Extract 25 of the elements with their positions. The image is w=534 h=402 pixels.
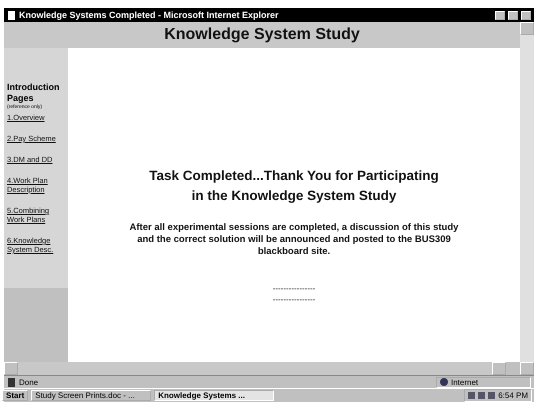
heading-line: Task Completed...Thank You for Participating — [149, 167, 439, 185]
taskbar-button[interactable]: Knowledge Systems ... — [154, 390, 274, 401]
minimize-button[interactable] — [495, 10, 505, 20]
dash-line: ---------------- — [272, 284, 316, 293]
clock: 6:54 PM — [498, 391, 528, 400]
page-icon — [7, 378, 16, 386]
page-icon — [7, 10, 16, 20]
scroll-down-button[interactable] — [520, 362, 534, 375]
scroll-left-button[interactable] — [4, 362, 18, 375]
close-button[interactable] — [521, 10, 531, 20]
maximize-button[interactable] — [508, 10, 518, 20]
scroll-right-button[interactable] — [492, 362, 506, 375]
start-button[interactable]: Start — [2, 390, 28, 401]
zone-text: Internet — [451, 378, 478, 386]
message-paragraph: After all experimental sessions are completed, a discussion of this study and the correct solution will be announced and posted to the BUS309 blackboard site. — [128, 222, 460, 258]
window-title: Knowledge Systems Completed - Microsoft Internet Explorer — [19, 10, 280, 20]
status-text: Done — [19, 378, 40, 386]
horizontal-scrollbar[interactable] — [4, 362, 506, 375]
vertical-scrollbar[interactable] — [520, 22, 534, 375]
globe-icon — [440, 378, 448, 386]
sidebar-heading: Introduction Pages — [7, 82, 60, 104]
dash-line: ---------------- — [272, 295, 316, 304]
taskbar-button[interactable]: Study Screen Prints.doc - ... — [31, 390, 152, 401]
heading-line: in the Knowledge System Study — [192, 187, 396, 205]
page-header: Knowledge System Study — [4, 22, 520, 48]
